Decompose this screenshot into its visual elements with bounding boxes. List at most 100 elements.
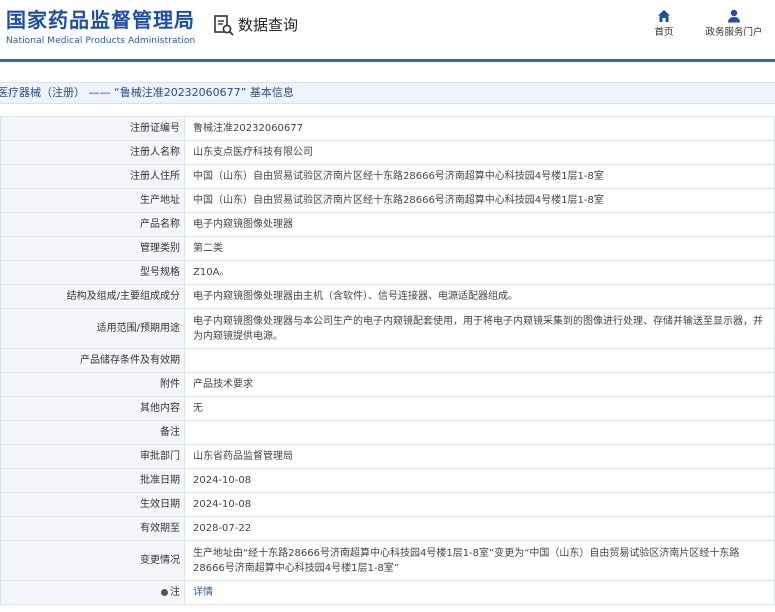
field-label-text: 变更情况 xyxy=(140,555,180,566)
field-label: 注册证编号 xyxy=(0,116,185,141)
page-title-bar: 医疗器械（注册） —— “鲁械注准20232060677” 基本信息 xyxy=(0,82,775,104)
field-value-text: 中国（山东）自由贸易试验区济南片区经十东路28666号济南超算中心科技园4号楼1… xyxy=(193,171,604,182)
nav-home[interactable]: 首页 xyxy=(650,9,678,39)
table-row: 备注 xyxy=(0,420,775,445)
info-dot-icon xyxy=(161,588,168,596)
field-value: 2028-07-22 xyxy=(184,516,775,541)
field-label-text: 其他内容 xyxy=(140,403,180,414)
field-value: 电子内窥镜图像处理器与本公司生产的电子内窥镜配套使用，用于将电子内窥镜采集到的图… xyxy=(184,308,775,349)
field-label: 备注 xyxy=(0,420,185,445)
field-value-text: 生产地址由“经十东路28666号济南超算中心科技园4号楼1层1-8室”变更为“中… xyxy=(193,547,740,574)
home-icon xyxy=(650,9,678,23)
page-title: 医疗器械（注册） —— “鲁械注准20232060677” 基本信息 xyxy=(0,86,294,99)
field-value-text: 山东省药品监督管理局 xyxy=(193,451,293,462)
field-value: 第二类 xyxy=(184,236,775,261)
field-value-text: Z10A。 xyxy=(193,267,230,278)
field-value-text: 无 xyxy=(193,403,203,414)
site-header: 国家药品监督管理局 National Medical Products Admi… xyxy=(0,0,775,62)
field-label: 注册人住所 xyxy=(0,164,185,189)
field-label: 结构及组成/主要组成成分 xyxy=(0,284,185,309)
field-label: 适用范围/预期用途 xyxy=(0,308,185,349)
site-logo[interactable]: 国家药品监督管理局 National Medical Products Admi… xyxy=(6,8,195,47)
field-value-text: 山东支点医疗科技有限公司 xyxy=(193,147,313,158)
field-label: 注 xyxy=(0,580,185,605)
field-label-text: 批准日期 xyxy=(140,475,180,486)
nav-service-portal[interactable]: 政务服务门户 xyxy=(700,9,768,39)
field-value: 产品技术要求 xyxy=(184,372,775,397)
field-label-text: 有效期至 xyxy=(140,523,180,534)
field-label: 附件 xyxy=(0,372,185,397)
field-label-text: 结构及组成/主要组成成分 xyxy=(66,291,180,302)
field-value-text: 电子内窥镜图像处理器由主机（含软件）、信号连接器、电源适配器组成。 xyxy=(193,291,518,302)
field-label: 生效日期 xyxy=(0,492,185,517)
field-label: 变更情况 xyxy=(0,540,185,581)
field-label: 生产地址 xyxy=(0,188,185,213)
field-value xyxy=(184,420,775,445)
table-row: 注册证编号 鲁械注准20232060677 xyxy=(0,116,775,141)
field-value-text: 2024-10-08 xyxy=(193,499,252,510)
field-label: 产品储存条件及有效期 xyxy=(0,348,185,373)
table-row: 注 详情 xyxy=(0,580,775,605)
field-label-text: 适用范围/预期用途 xyxy=(96,323,180,334)
table-row: 产品储存条件及有效期 xyxy=(0,348,775,373)
field-value: 详情 xyxy=(184,580,775,605)
field-label-text: 注册证编号 xyxy=(130,123,180,134)
field-value: 中国（山东）自由贸易试验区济南片区经十东路28666号济南超算中心科技园4号楼1… xyxy=(184,164,775,189)
field-label: 产品名称 xyxy=(0,212,185,237)
field-value-text: 产品技术要求 xyxy=(193,379,253,390)
field-value: 无 xyxy=(184,396,775,421)
field-label-text: 生效日期 xyxy=(140,499,180,510)
table-row: 有效期至 2028-07-22 xyxy=(0,516,775,541)
field-label-text: 产品名称 xyxy=(140,219,180,230)
field-label: 其他内容 xyxy=(0,396,185,421)
nav-service-portal-label: 政务服务门户 xyxy=(705,27,763,38)
field-value: 电子内窥镜图像处理器 xyxy=(184,212,775,237)
field-label: 型号规格 xyxy=(0,260,185,285)
table-row: 附件 产品技术要求 xyxy=(0,372,775,397)
table-row: 结构及组成/主要组成成分 电子内窥镜图像处理器由主机（含软件）、信号连接器、电源适… xyxy=(0,284,775,309)
field-value-text: 鲁械注准20232060677 xyxy=(193,123,303,134)
field-value: Z10A。 xyxy=(184,260,775,285)
field-value: 山东省药品监督管理局 xyxy=(184,444,775,469)
field-label-text: 备注 xyxy=(160,427,180,438)
table-row: 注册人住所 中国（山东）自由贸易试验区济南片区经十东路28666号济南超算中心科技… xyxy=(0,164,775,189)
logo-english-name: National Medical Products Administration xyxy=(6,36,196,46)
field-label-text: 注册人住所 xyxy=(130,171,180,182)
field-value-text: 第二类 xyxy=(193,243,223,254)
field-label: 管理类别 xyxy=(0,236,185,261)
table-row: 生产地址 中国（山东）自由贸易试验区济南片区经十东路28666号济南超算中心科技园… xyxy=(0,188,775,213)
field-label-text: 生产地址 xyxy=(140,195,180,206)
data-query-icon xyxy=(214,14,234,36)
field-value-text: 中国（山东）自由贸易试验区济南片区经十东路28666号济南超算中心科技园4号楼1… xyxy=(193,195,604,206)
table-row: 管理类别 第二类 xyxy=(0,236,775,261)
user-icon xyxy=(700,9,768,23)
field-label: 注册人名称 xyxy=(0,140,185,165)
table-row: 适用范围/预期用途 电子内窥镜图像处理器与本公司生产的电子内窥镜配套使用，用于将电… xyxy=(0,308,775,349)
field-label-text: 注 xyxy=(170,587,180,598)
table-row: 生效日期 2024-10-08 xyxy=(0,492,775,517)
registration-info-table: 注册证编号 鲁械注准20232060677 注册人名称 山东支点医疗科技有限公司 注册人… xyxy=(0,116,775,605)
details-link[interactable]: 详情 xyxy=(193,587,213,598)
table-row: 注册人名称 山东支点医疗科技有限公司 xyxy=(0,140,775,165)
field-value-text: 2028-07-22 xyxy=(193,523,252,534)
field-value: 2024-10-08 xyxy=(184,468,775,493)
field-value xyxy=(184,348,775,373)
field-value-text: 2024-10-08 xyxy=(193,475,252,486)
field-label-text: 审批部门 xyxy=(140,451,180,462)
field-label: 有效期至 xyxy=(0,516,185,541)
field-value-text: 电子内窥镜图像处理器 xyxy=(193,219,293,230)
field-label: 审批部门 xyxy=(0,444,185,469)
field-value: 生产地址由“经十东路28666号济南超算中心科技园4号楼1层1-8室”变更为“中… xyxy=(184,540,775,581)
field-value: 中国（山东）自由贸易试验区济南片区经十东路28666号济南超算中心科技园4号楼1… xyxy=(184,188,775,213)
logo-chinese-name: 国家药品监督管理局 xyxy=(6,8,195,32)
field-label: 批准日期 xyxy=(0,468,185,493)
table-row: 产品名称 电子内窥镜图像处理器 xyxy=(0,212,775,237)
field-value: 鲁械注准20232060677 xyxy=(184,116,775,141)
data-query-link[interactable]: 数据查询 xyxy=(214,14,298,36)
field-label-text: 产品储存条件及有效期 xyxy=(80,355,180,366)
table-row: 审批部门 山东省药品监督管理局 xyxy=(0,444,775,469)
field-value: 2024-10-08 xyxy=(184,492,775,517)
table-row: 型号规格 Z10A。 xyxy=(0,260,775,285)
nav-home-label: 首页 xyxy=(654,27,674,38)
field-value: 电子内窥镜图像处理器由主机（含软件）、信号连接器、电源适配器组成。 xyxy=(184,284,775,309)
